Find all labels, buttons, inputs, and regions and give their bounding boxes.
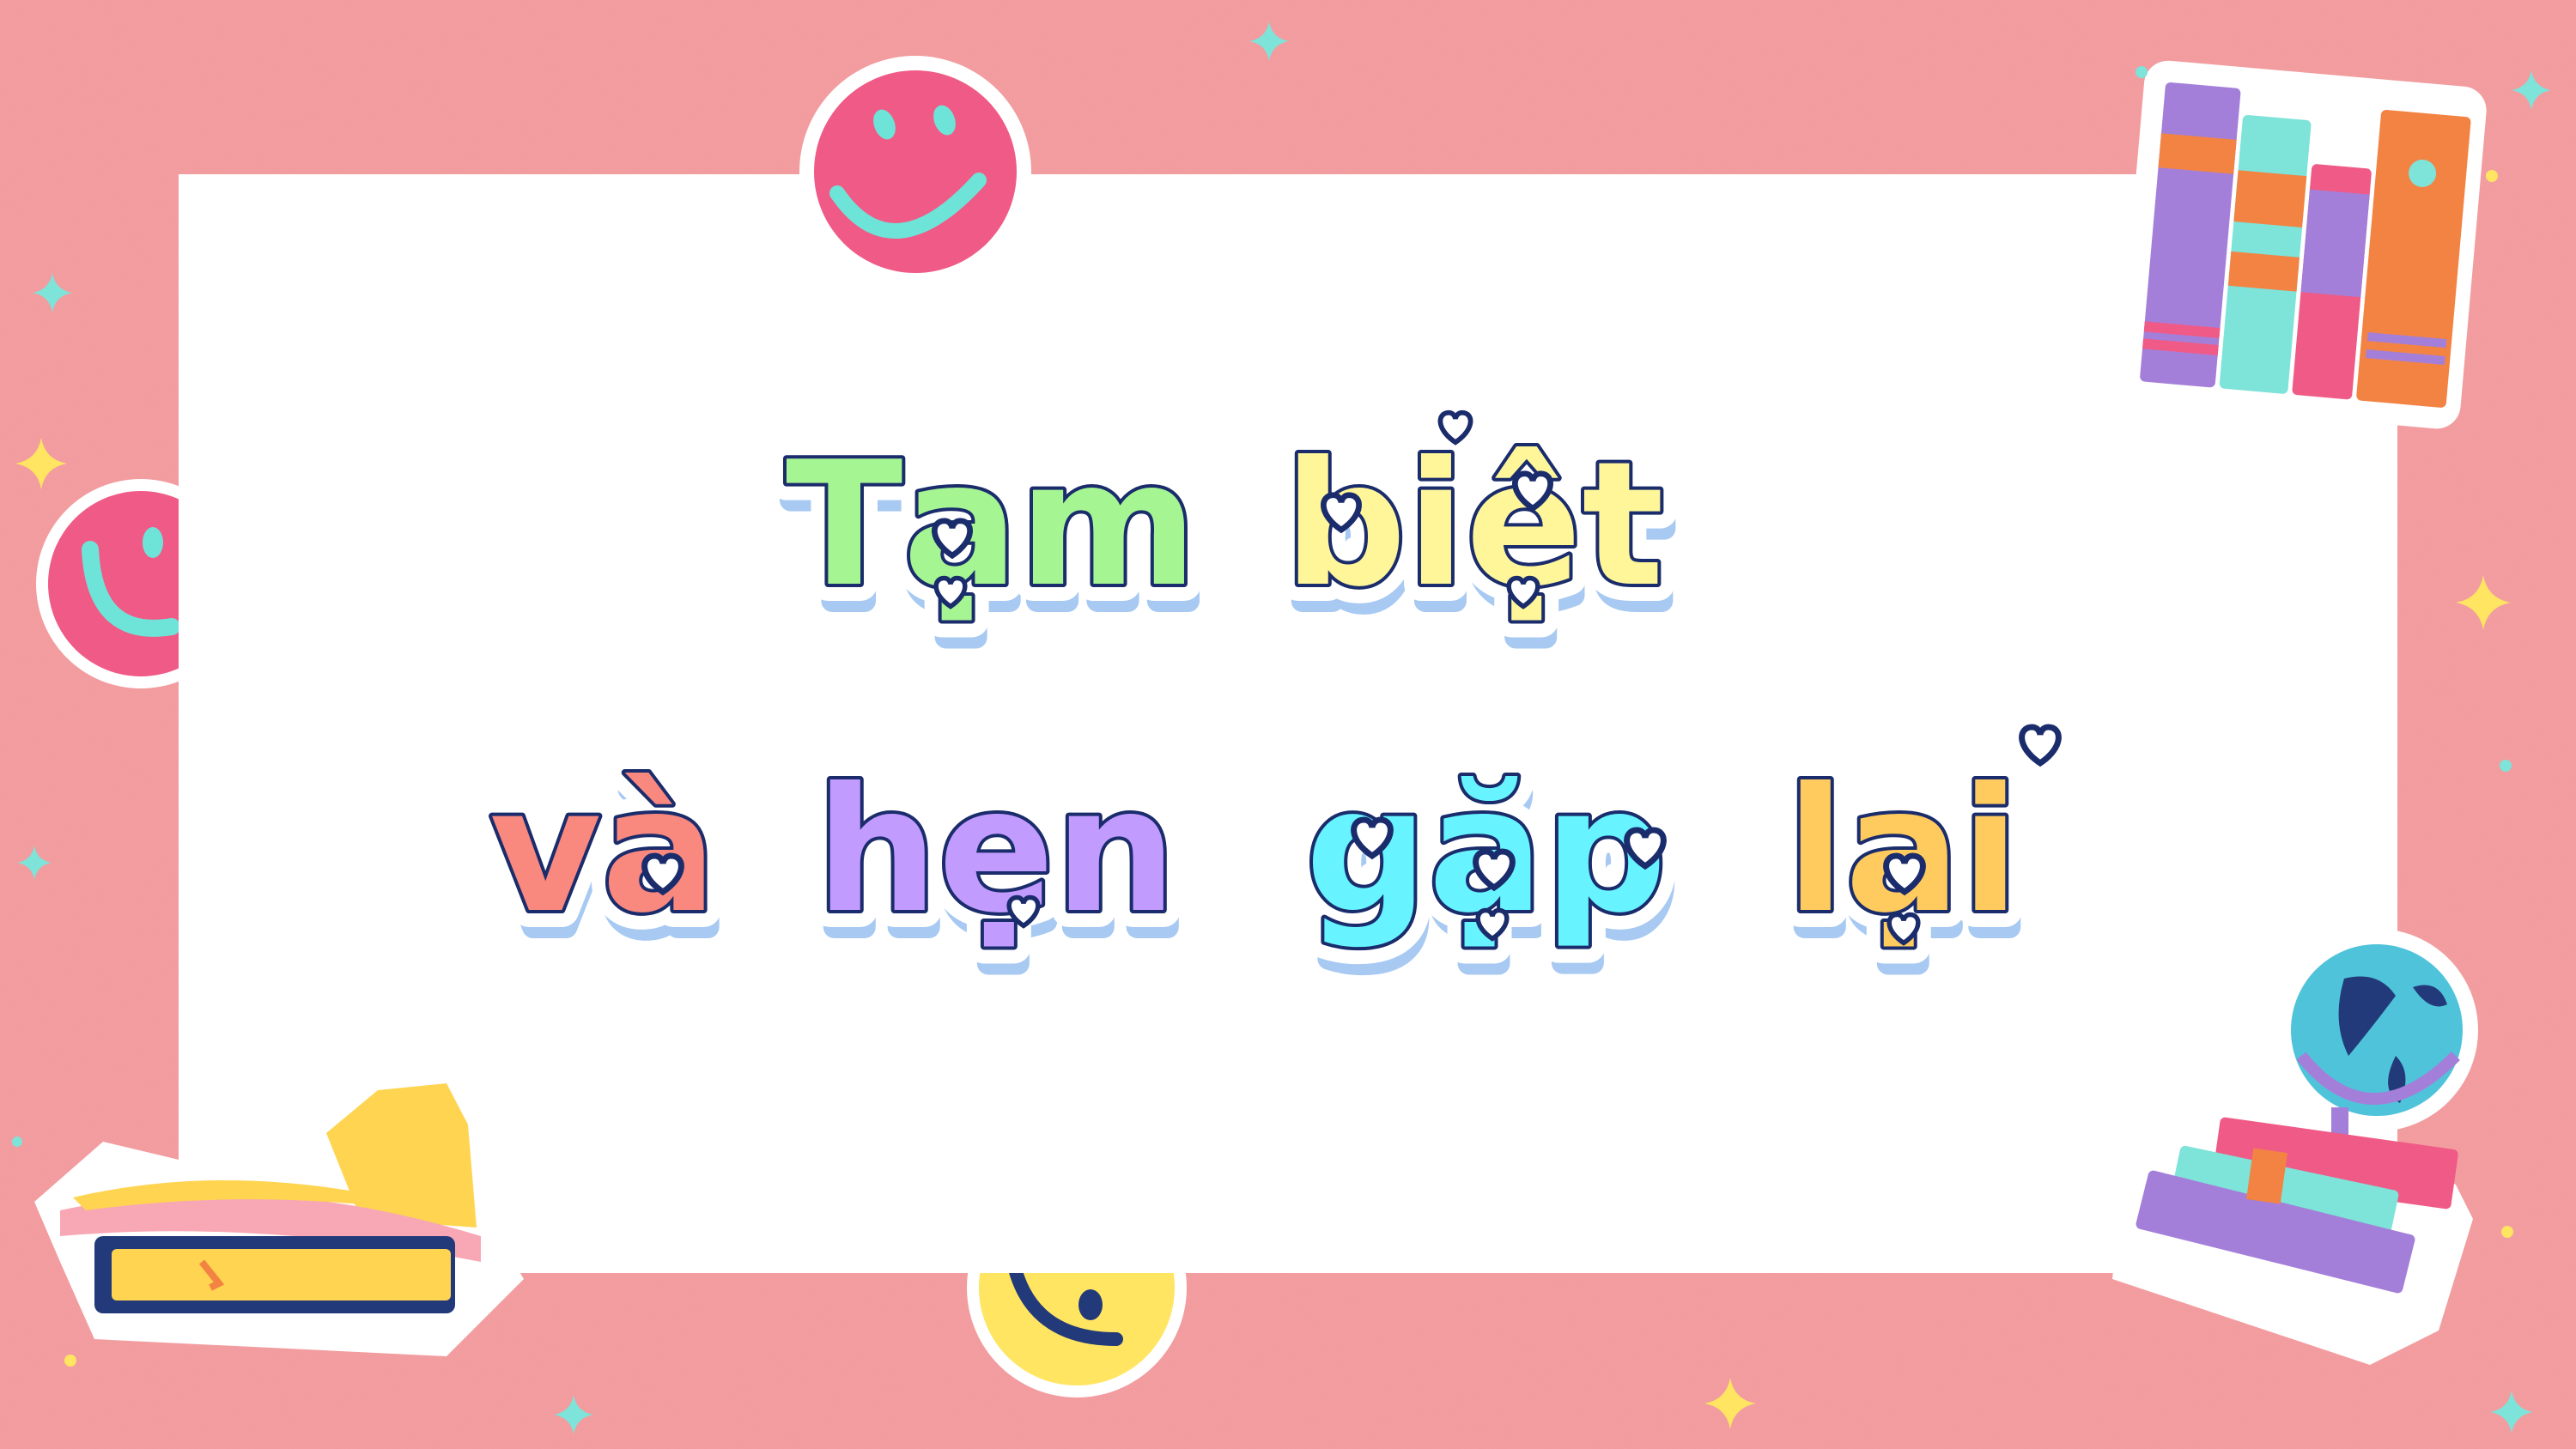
slide: Tạm biệt Tạm biệt Tạm biệt và hẹn gặp lạ… <box>0 0 2576 1449</box>
content-card <box>179 174 2397 1273</box>
book-stack-icon <box>2117 60 2487 429</box>
slide-art: Tạm biệt Tạm biệt Tạm biệt và hẹn gặp lạ… <box>0 0 2576 1449</box>
title-word: và <box>489 751 717 951</box>
title-word: Tạm <box>786 425 1198 625</box>
title-word: hẹn <box>816 751 1176 951</box>
